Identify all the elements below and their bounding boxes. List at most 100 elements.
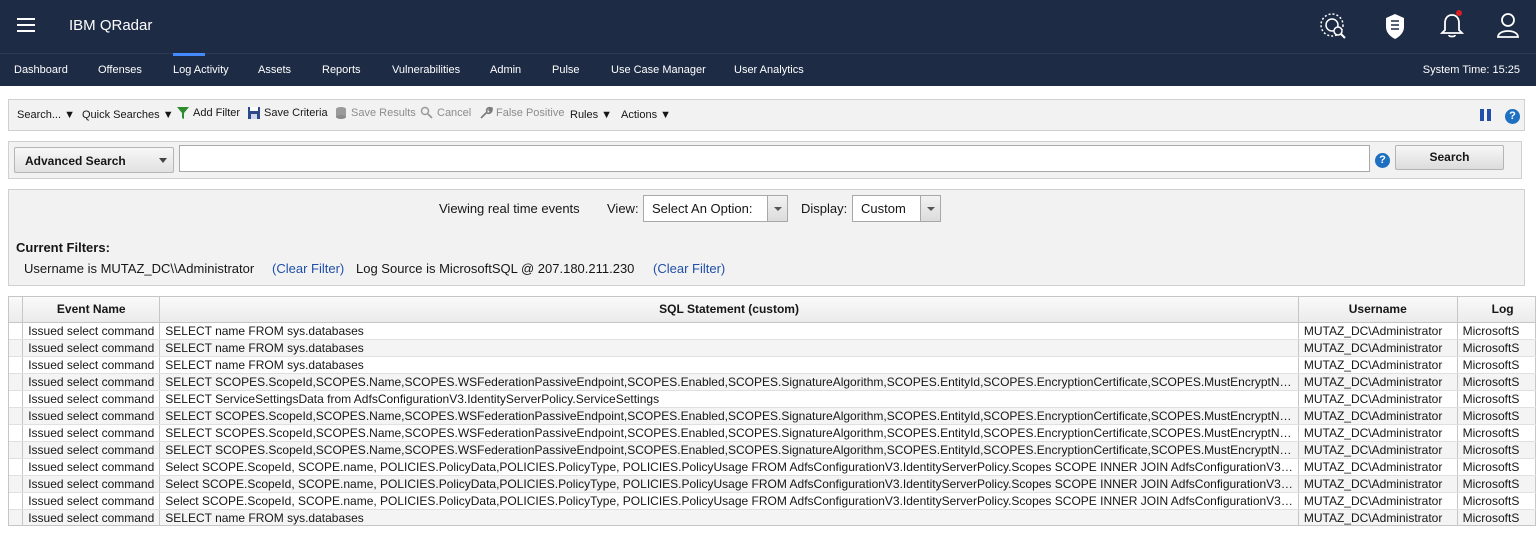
view-select[interactable]: Select An Option: xyxy=(643,195,788,222)
column-header-username[interactable]: Username xyxy=(1298,297,1458,323)
pause-icon[interactable] xyxy=(1479,108,1493,125)
filter-panel: Viewing real time events View: Select An… xyxy=(8,189,1525,286)
cell-username: MUTAZ_DC\Administrator xyxy=(1298,390,1458,408)
tab-assets[interactable]: Assets xyxy=(258,64,291,76)
clear-filter-link[interactable]: (Clear Filter) xyxy=(653,261,725,276)
cell-event-name: Issued select command xyxy=(22,390,161,408)
cell-event-name: Issued select command xyxy=(22,322,161,340)
table-row[interactable]: Issued select command SELECT name FROM sy… xyxy=(9,356,1536,374)
user-profile-icon[interactable] xyxy=(1491,9,1525,43)
tab-vulnerabilities[interactable]: Vulnerabilities xyxy=(392,64,460,76)
tab-pulse[interactable]: Pulse xyxy=(552,64,580,76)
select-column-header xyxy=(9,297,24,323)
search-menu[interactable]: Search... ▼ xyxy=(17,109,75,121)
view-select-value: Select An Option: xyxy=(652,201,753,216)
cell-log-source: MicrosoftS xyxy=(1457,492,1536,510)
display-select[interactable]: Custom xyxy=(852,195,941,222)
security-shield-icon[interactable] xyxy=(1378,9,1412,43)
cell-sql-statement: Select SCOPE.ScopeId, SCOPE.name, POLICI… xyxy=(159,475,1299,493)
cell-username: MUTAZ_DC\Administrator xyxy=(1298,356,1458,374)
cell-sql-statement: SELECT name FROM sys.databases xyxy=(159,339,1299,357)
search-help-icon[interactable]: ? xyxy=(1375,153,1390,168)
tab-use-case-manager[interactable]: Use Case Manager xyxy=(611,64,706,76)
row-select-cell[interactable] xyxy=(9,407,24,425)
table-row[interactable]: Issued select command SELECT SCOPES.Scope… xyxy=(9,373,1536,391)
toolbar-help-icon[interactable]: ? xyxy=(1505,109,1520,124)
save-criteria-button[interactable]: Save Criteria xyxy=(247,106,328,120)
cell-username: MUTAZ_DC\Administrator xyxy=(1298,492,1458,510)
watson-globe-icon[interactable] xyxy=(1316,9,1350,43)
clear-filter-link[interactable]: (Clear Filter) xyxy=(272,261,344,276)
table-row[interactable]: Issued select command SELECT SCOPES.Scope… xyxy=(9,441,1536,459)
quick-searches-menu[interactable]: Quick Searches ▼ xyxy=(82,109,174,121)
false-positive-button[interactable]: False Positive xyxy=(479,106,564,120)
row-select-cell[interactable] xyxy=(9,492,24,510)
add-filter-button[interactable]: Add Filter xyxy=(176,106,240,120)
cell-event-name: Issued select command xyxy=(22,441,161,459)
chevron-down-icon xyxy=(159,158,167,163)
table-row[interactable]: Issued select command Select SCOPE.ScopeI… xyxy=(9,458,1536,476)
save-criteria-label: Save Criteria xyxy=(264,107,328,119)
aql-search-input[interactable] xyxy=(179,145,1370,172)
table-row[interactable]: Issued select command SELECT SCOPES.Scope… xyxy=(9,424,1536,442)
tab-reports[interactable]: Reports xyxy=(322,64,361,76)
table-row[interactable]: Issued select command SELECT name FROM sy… xyxy=(9,322,1536,340)
app-title: IBM QRadar xyxy=(69,17,153,34)
filter-username: Username is MUTAZ_DC\\Administrator xyxy=(24,261,255,276)
cell-event-name: Issued select command xyxy=(22,373,161,391)
menu-icon[interactable] xyxy=(17,18,35,32)
cell-log-source: MicrosoftS xyxy=(1457,322,1536,340)
save-results-button[interactable]: Save Results xyxy=(334,106,416,120)
cell-sql-statement: SELECT SCOPES.ScopeId,SCOPES.Name,SCOPES… xyxy=(159,441,1299,459)
search-button[interactable]: Search xyxy=(1395,145,1504,170)
row-select-cell[interactable] xyxy=(9,441,24,459)
row-select-cell[interactable] xyxy=(9,424,24,442)
row-select-cell[interactable] xyxy=(9,509,24,525)
table-row[interactable]: Issued select command Select SCOPE.ScopeI… xyxy=(9,492,1536,510)
column-header-sql-statement[interactable]: SQL Statement (custom) xyxy=(159,297,1299,323)
cell-log-source: MicrosoftS xyxy=(1457,339,1536,357)
tab-dashboard[interactable]: Dashboard xyxy=(14,64,68,76)
table-row[interactable]: Issued select command SELECT SCOPES.Scope… xyxy=(9,407,1536,425)
cancel-search-icon xyxy=(420,106,433,119)
events-table: Event Name SQL Statement (custom) Userna… xyxy=(8,296,1536,526)
row-select-cell[interactable] xyxy=(9,390,24,408)
add-filter-label: Add Filter xyxy=(193,107,241,119)
log-activity-page: Search... ▼ Quick Searches ▼ Add Filter … xyxy=(0,86,1536,546)
cell-sql-statement: SELECT SCOPES.ScopeId,SCOPES.Name,SCOPES… xyxy=(159,424,1299,442)
cell-log-source: MicrosoftS xyxy=(1457,373,1536,391)
advanced-search-bar: Advanced Search ? Search xyxy=(8,141,1522,179)
cell-event-name: Issued select command xyxy=(22,475,161,493)
tab-offenses[interactable]: Offenses xyxy=(98,64,142,76)
row-select-cell[interactable] xyxy=(9,356,24,374)
system-time: System Time: 15:25 xyxy=(1422,64,1520,76)
row-select-cell[interactable] xyxy=(9,373,24,391)
table-row[interactable]: Issued select command Select SCOPE.ScopeI… xyxy=(9,475,1536,493)
row-select-cell[interactable] xyxy=(9,458,24,476)
top-header: IBM QRadar xyxy=(0,0,1536,53)
cell-event-name: Issued select command xyxy=(22,339,161,357)
rules-menu[interactable]: Rules ▼ xyxy=(570,109,612,121)
tab-log-activity[interactable]: Log Activity xyxy=(173,64,229,76)
search-mode-select[interactable]: Advanced Search xyxy=(14,147,174,173)
current-filters-heading: Current Filters: xyxy=(16,240,110,255)
cell-sql-statement: SELECT name FROM sys.databases xyxy=(159,322,1299,340)
table-row[interactable]: Issued select command SELECT name FROM sy… xyxy=(9,509,1536,525)
column-header-event-name[interactable]: Event Name xyxy=(22,297,161,323)
tab-user-analytics[interactable]: User Analytics xyxy=(734,64,804,76)
cell-log-source: MicrosoftS xyxy=(1457,458,1536,476)
row-select-cell[interactable] xyxy=(9,322,24,340)
cancel-button[interactable]: Cancel xyxy=(420,106,471,120)
cell-event-name: Issued select command xyxy=(22,458,161,476)
row-select-cell[interactable] xyxy=(9,475,24,493)
cell-sql-statement: SELECT name FROM sys.databases xyxy=(159,356,1299,374)
table-row[interactable]: Issued select command SELECT name FROM sy… xyxy=(9,339,1536,357)
cell-username: MUTAZ_DC\Administrator xyxy=(1298,339,1458,357)
row-select-cell[interactable] xyxy=(9,339,24,357)
table-row[interactable]: Issued select command SELECT ServiceSetti… xyxy=(9,390,1536,408)
notification-bell-icon[interactable] xyxy=(1435,9,1469,43)
actions-menu[interactable]: Actions ▼ xyxy=(621,109,671,121)
column-header-log-source[interactable]: Log xyxy=(1457,297,1536,323)
tab-admin[interactable]: Admin xyxy=(490,64,521,76)
cell-log-source: MicrosoftS xyxy=(1457,475,1536,493)
